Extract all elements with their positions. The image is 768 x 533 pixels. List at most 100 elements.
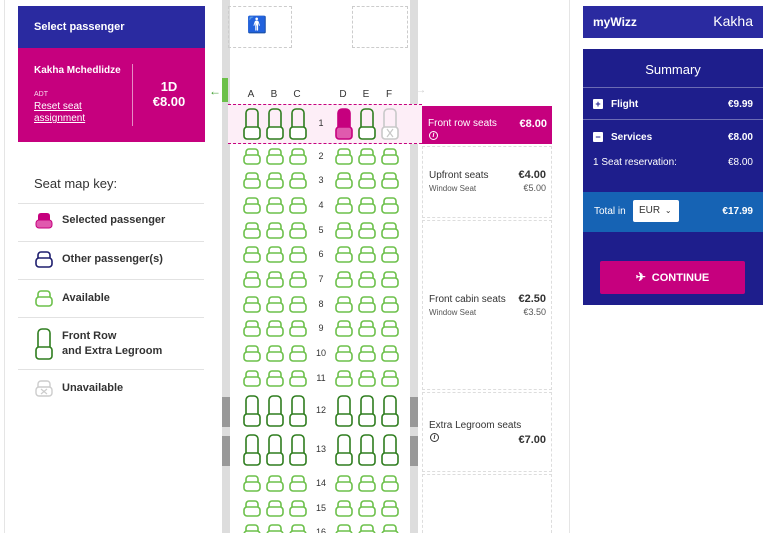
zone-extra-legroom[interactable]: Extra Legroom seats i €7.00 xyxy=(422,392,552,472)
seat-3C[interactable] xyxy=(289,172,307,189)
seat-15D[interactable] xyxy=(335,500,353,517)
seat-8D[interactable] xyxy=(335,296,353,313)
seat-6E[interactable] xyxy=(358,246,376,263)
seat-1A[interactable] xyxy=(243,108,261,140)
account-user-name[interactable]: Kakha xyxy=(713,13,753,29)
seat-7C[interactable] xyxy=(289,271,307,288)
seat-13C[interactable] xyxy=(289,434,307,466)
seat-11E[interactable] xyxy=(358,370,376,387)
seat-6D[interactable] xyxy=(335,246,353,263)
seat-2D[interactable] xyxy=(335,148,353,165)
seat-9B[interactable] xyxy=(266,320,284,337)
seat-1B[interactable] xyxy=(266,108,284,140)
seat-1E[interactable] xyxy=(358,108,376,140)
seat-6A[interactable] xyxy=(243,246,261,263)
seat-1C[interactable] xyxy=(289,108,307,140)
seat-11B[interactable] xyxy=(266,370,284,387)
seat-16A[interactable] xyxy=(243,524,261,533)
seat-13E[interactable] xyxy=(358,434,376,466)
zone-upfront[interactable]: Upfront seats €4.00 Window Seat €5.00 xyxy=(422,146,552,218)
seat-10E[interactable] xyxy=(358,345,376,362)
seat-2E[interactable] xyxy=(358,148,376,165)
seat-2B[interactable] xyxy=(266,148,284,165)
seat-9A[interactable] xyxy=(243,320,261,337)
seat-8F[interactable] xyxy=(381,296,399,313)
seat-7D[interactable] xyxy=(335,271,353,288)
expand-plus-icon[interactable]: + xyxy=(593,99,603,110)
zone-front-row[interactable]: Front row seats €8.00 i xyxy=(422,106,552,144)
seat-12F[interactable] xyxy=(381,395,399,427)
seat-10C[interactable] xyxy=(289,345,307,362)
seat-9F[interactable] xyxy=(381,320,399,337)
seat-13B[interactable] xyxy=(266,434,284,466)
seat-8B[interactable] xyxy=(266,296,284,313)
seat-3A[interactable] xyxy=(243,172,261,189)
seat-12B[interactable] xyxy=(266,395,284,427)
seat-4C[interactable] xyxy=(289,197,307,214)
seat-3F[interactable] xyxy=(381,172,399,189)
seat-14D[interactable] xyxy=(335,475,353,492)
passenger-card[interactable]: Kakha Mchedlidze ADT Reset seat assignme… xyxy=(18,48,205,142)
continue-button[interactable]: ✈ CONTINUE xyxy=(600,261,745,294)
seat-6C[interactable] xyxy=(289,246,307,263)
seat-16E[interactable] xyxy=(358,524,376,533)
seat-11D[interactable] xyxy=(335,370,353,387)
info-icon[interactable]: i xyxy=(429,131,438,140)
seat-7B[interactable] xyxy=(266,271,284,288)
seat-1D[interactable] xyxy=(335,108,353,140)
seat-8C[interactable] xyxy=(289,296,307,313)
seat-4A[interactable] xyxy=(243,197,261,214)
seat-13F[interactable] xyxy=(381,434,399,466)
seat-11C[interactable] xyxy=(289,370,307,387)
seat-8E[interactable] xyxy=(358,296,376,313)
seat-11A[interactable] xyxy=(243,370,261,387)
seat-4B[interactable] xyxy=(266,197,284,214)
seat-12C[interactable] xyxy=(289,395,307,427)
seat-10B[interactable] xyxy=(266,345,284,362)
seat-3D[interactable] xyxy=(335,172,353,189)
seat-14A[interactable] xyxy=(243,475,261,492)
seat-16C[interactable] xyxy=(289,524,307,533)
seat-5D[interactable] xyxy=(335,222,353,239)
seat-5A[interactable] xyxy=(243,222,261,239)
seat-4E[interactable] xyxy=(358,197,376,214)
seat-2F[interactable] xyxy=(381,148,399,165)
seat-6F[interactable] xyxy=(381,246,399,263)
seat-10F[interactable] xyxy=(381,345,399,362)
seat-2A[interactable] xyxy=(243,148,261,165)
seat-13D[interactable] xyxy=(335,434,353,466)
seat-7E[interactable] xyxy=(358,271,376,288)
summary-flight-row[interactable]: + Flight €9.99 xyxy=(593,99,753,110)
seat-14E[interactable] xyxy=(358,475,376,492)
seat-4F[interactable] xyxy=(381,197,399,214)
mywizz-account-bar[interactable]: myWizz Kakha xyxy=(583,6,763,38)
seat-10D[interactable] xyxy=(335,345,353,362)
seat-4D[interactable] xyxy=(335,197,353,214)
seat-15A[interactable] xyxy=(243,500,261,517)
seat-10A[interactable] xyxy=(243,345,261,362)
seat-15E[interactable] xyxy=(358,500,376,517)
seat-5B[interactable] xyxy=(266,222,284,239)
seat-5C[interactable] xyxy=(289,222,307,239)
seat-5E[interactable] xyxy=(358,222,376,239)
seat-3E[interactable] xyxy=(358,172,376,189)
seat-14C[interactable] xyxy=(289,475,307,492)
seat-12E[interactable] xyxy=(358,395,376,427)
seat-15F[interactable] xyxy=(381,500,399,517)
seat-16F[interactable] xyxy=(381,524,399,533)
seat-12D[interactable] xyxy=(335,395,353,427)
seat-12A[interactable] xyxy=(243,395,261,427)
seat-16B[interactable] xyxy=(266,524,284,533)
seat-14F[interactable] xyxy=(381,475,399,492)
seat-15C[interactable] xyxy=(289,500,307,517)
seat-2C[interactable] xyxy=(289,148,307,165)
seat-11F[interactable] xyxy=(381,370,399,387)
seat-5F[interactable] xyxy=(381,222,399,239)
info-icon[interactable]: i xyxy=(430,433,439,442)
seat-9C[interactable] xyxy=(289,320,307,337)
seat-7F[interactable] xyxy=(381,271,399,288)
seat-3B[interactable] xyxy=(266,172,284,189)
seat-9D[interactable] xyxy=(335,320,353,337)
seat-13A[interactable] xyxy=(243,434,261,466)
collapse-minus-icon[interactable]: − xyxy=(593,132,603,143)
